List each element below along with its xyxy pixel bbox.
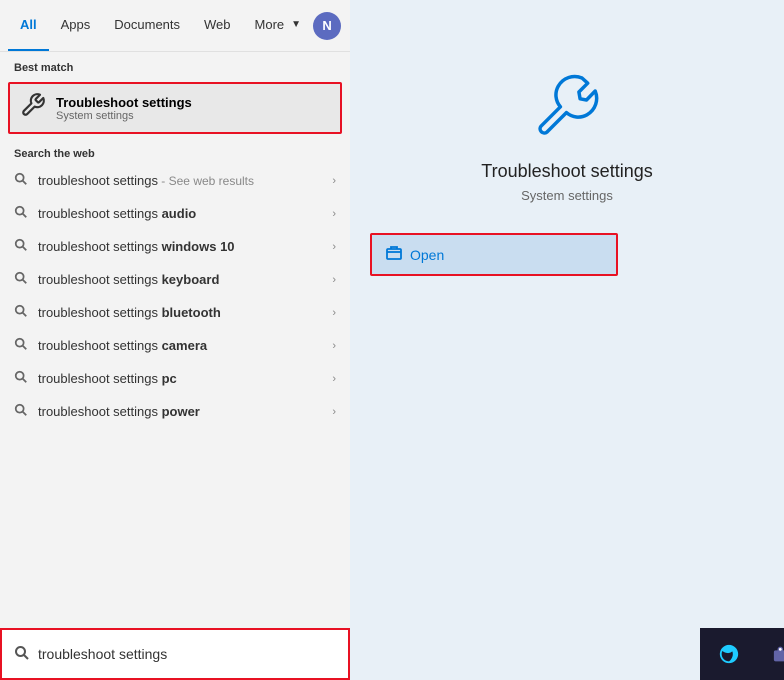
taskbar-teams[interactable]: [755, 631, 784, 677]
search-icon: [14, 271, 28, 288]
chevron-down-icon: ▼: [291, 19, 301, 30]
search-icon: [14, 304, 28, 321]
taskbar: G W: [700, 628, 784, 680]
list-item[interactable]: troubleshoot settings bluetooth ›: [0, 296, 350, 329]
taskbar-edge[interactable]: [706, 631, 751, 677]
detail-actions: Open: [350, 233, 784, 276]
search-icon: [14, 205, 28, 222]
list-item[interactable]: troubleshoot settings pc ›: [0, 362, 350, 395]
tab-all[interactable]: All: [8, 0, 49, 51]
chevron-right-icon: ›: [332, 241, 336, 253]
search-icon: [14, 337, 28, 354]
chevron-right-icon: ›: [332, 373, 336, 385]
search-results-list: troubleshoot settings - See web results …: [0, 164, 350, 628]
chevron-right-icon: ›: [332, 406, 336, 418]
search-icon: [14, 172, 28, 189]
chevron-right-icon: ›: [332, 274, 336, 286]
search-panel: All Apps Documents Web More ▼ N ☺ ··· ✕ …: [0, 0, 350, 680]
detail-app-icon: [527, 60, 607, 145]
detail-subtitle: System settings: [521, 188, 613, 203]
chevron-right-icon: ›: [332, 208, 336, 220]
detail-panel: Troubleshoot settings System settings Op…: [350, 0, 784, 680]
avatar[interactable]: N: [313, 12, 341, 40]
chevron-right-icon: ›: [332, 307, 336, 319]
detail-title: Troubleshoot settings: [481, 161, 652, 182]
list-item[interactable]: troubleshoot settings camera ›: [0, 329, 350, 362]
tabs-bar: All Apps Documents Web More ▼ N ☺ ··· ✕: [0, 0, 350, 52]
tab-web[interactable]: Web: [192, 0, 243, 51]
best-match-text: Troubleshoot settings System settings: [56, 95, 192, 122]
list-item[interactable]: troubleshoot settings power ›: [0, 395, 350, 428]
search-box-icon: [14, 645, 30, 664]
search-icon: [14, 403, 28, 420]
chevron-right-icon: ›: [332, 175, 336, 187]
open-icon: [386, 245, 402, 264]
best-match-item[interactable]: Troubleshoot settings System settings: [8, 82, 342, 134]
list-item[interactable]: troubleshoot settings keyboard ›: [0, 263, 350, 296]
search-web-label: Search the web: [0, 138, 350, 164]
search-icon: [14, 238, 28, 255]
chevron-right-icon: ›: [332, 340, 336, 352]
list-item[interactable]: troubleshoot settings audio ›: [0, 197, 350, 230]
tab-documents[interactable]: Documents: [102, 0, 192, 51]
best-match-label: Best match: [0, 52, 350, 78]
wrench-icon: [20, 92, 46, 124]
search-box: [0, 628, 350, 680]
tab-apps[interactable]: Apps: [49, 0, 103, 51]
open-button[interactable]: Open: [370, 233, 618, 276]
list-item[interactable]: troubleshoot settings windows 10 ›: [0, 230, 350, 263]
search-icon: [14, 370, 28, 387]
search-input[interactable]: [38, 646, 336, 662]
list-item[interactable]: troubleshoot settings - See web results …: [0, 164, 350, 197]
tab-more[interactable]: More ▼: [243, 0, 314, 51]
